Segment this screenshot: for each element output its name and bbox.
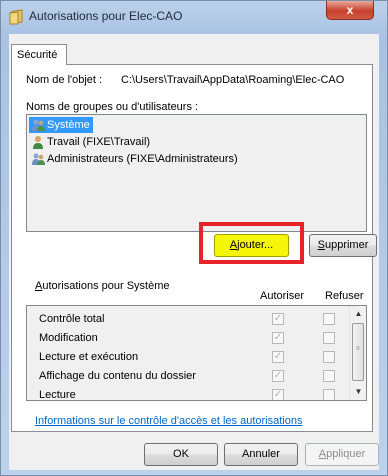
list-item[interactable]: Administrateurs (FIXE\Administrateurs) xyxy=(29,151,241,167)
deny-checkbox[interactable] xyxy=(323,351,335,363)
table-row: Lecture ✓ xyxy=(27,386,349,401)
allow-checkbox[interactable]: ✓ xyxy=(272,313,284,325)
list-item-label: Administrateurs (FIXE\Administrateurs) xyxy=(47,153,238,165)
window-title: Autorisations pour Elec-CAO xyxy=(29,9,183,23)
annotation-highlight-box xyxy=(199,222,304,264)
table-row: Lecture et exécution ✓ xyxy=(27,348,349,367)
permission-label: Lecture xyxy=(39,389,76,401)
dialog-window: Autorisations pour Elec-CAO x Sécurité N… xyxy=(0,0,388,476)
allow-checkbox[interactable]: ✓ xyxy=(272,351,284,363)
apply-button[interactable]: Appliquer xyxy=(305,443,379,466)
permissions-table: Contrôle total ✓ Modification ✓ Lecture … xyxy=(26,305,367,401)
allow-checkbox[interactable]: ✓ xyxy=(272,332,284,344)
user-group-icon xyxy=(32,119,45,131)
deny-checkbox[interactable] xyxy=(323,332,335,344)
permission-label: Modification xyxy=(39,332,98,344)
groups-label: Noms de groupes ou d'utilisateurs : xyxy=(26,101,199,113)
permissions-scrollbar[interactable]: ▲ ≡ ▼ xyxy=(349,306,366,400)
grip-icon: ≡ xyxy=(356,346,360,352)
allow-header: Autoriser xyxy=(260,290,305,302)
deny-header: Refuser xyxy=(325,290,364,302)
permission-label: Affichage du contenu du dossier xyxy=(39,370,196,382)
title-bar[interactable]: Autorisations pour Elec-CAO x xyxy=(1,1,387,34)
folder-icon xyxy=(9,9,23,25)
table-row: Affichage du contenu du dossier ✓ xyxy=(27,367,349,386)
cancel-button-label: Annuler xyxy=(242,448,280,460)
scroll-thumb[interactable]: ≡ xyxy=(352,323,364,381)
remove-button[interactable]: Supprimer xyxy=(309,234,377,257)
close-icon: x xyxy=(346,3,354,17)
deny-checkbox[interactable] xyxy=(323,370,335,382)
permission-label: Lecture et exécution xyxy=(39,351,139,363)
permission-label: Contrôle total xyxy=(39,313,105,325)
permissions-label: Autorisations pour Système xyxy=(35,280,170,292)
remove-button-label: upprimer xyxy=(324,239,369,251)
ok-button-label: OK xyxy=(173,448,189,460)
allow-checkbox[interactable]: ✓ xyxy=(272,370,284,382)
list-item-label: Travail (FIXE\Travail) xyxy=(47,136,151,148)
scroll-up-icon[interactable]: ▲ xyxy=(350,306,366,322)
user-group-icon xyxy=(32,153,45,165)
user-icon xyxy=(33,136,43,149)
object-path: C:\Users\Travail\AppData\Roaming\Elec-CA… xyxy=(121,74,345,86)
deny-checkbox[interactable] xyxy=(323,389,335,400)
object-name-label: Nom de l'objet : xyxy=(26,74,103,86)
table-row: Modification ✓ xyxy=(27,329,349,348)
allow-checkbox[interactable]: ✓ xyxy=(272,389,284,400)
list-item[interactable]: Système xyxy=(29,117,93,133)
close-button[interactable]: x xyxy=(326,1,374,20)
cancel-button[interactable]: Annuler xyxy=(224,443,298,466)
scroll-down-icon[interactable]: ▼ xyxy=(350,384,366,400)
help-link[interactable]: Informations sur le contrôle d'accès et … xyxy=(35,415,302,427)
ok-button[interactable]: OK xyxy=(144,443,218,466)
list-item-label: Système xyxy=(47,119,90,131)
tab-security[interactable]: Sécurité xyxy=(11,44,67,65)
groups-listbox[interactable]: Système Travail (FIXE\Travail) Administr… xyxy=(26,114,367,232)
deny-checkbox[interactable] xyxy=(323,313,335,325)
apply-button-label: ppliquer xyxy=(326,448,366,460)
list-item[interactable]: Travail (FIXE\Travail) xyxy=(29,134,153,150)
table-row: Contrôle total ✓ xyxy=(27,310,349,329)
